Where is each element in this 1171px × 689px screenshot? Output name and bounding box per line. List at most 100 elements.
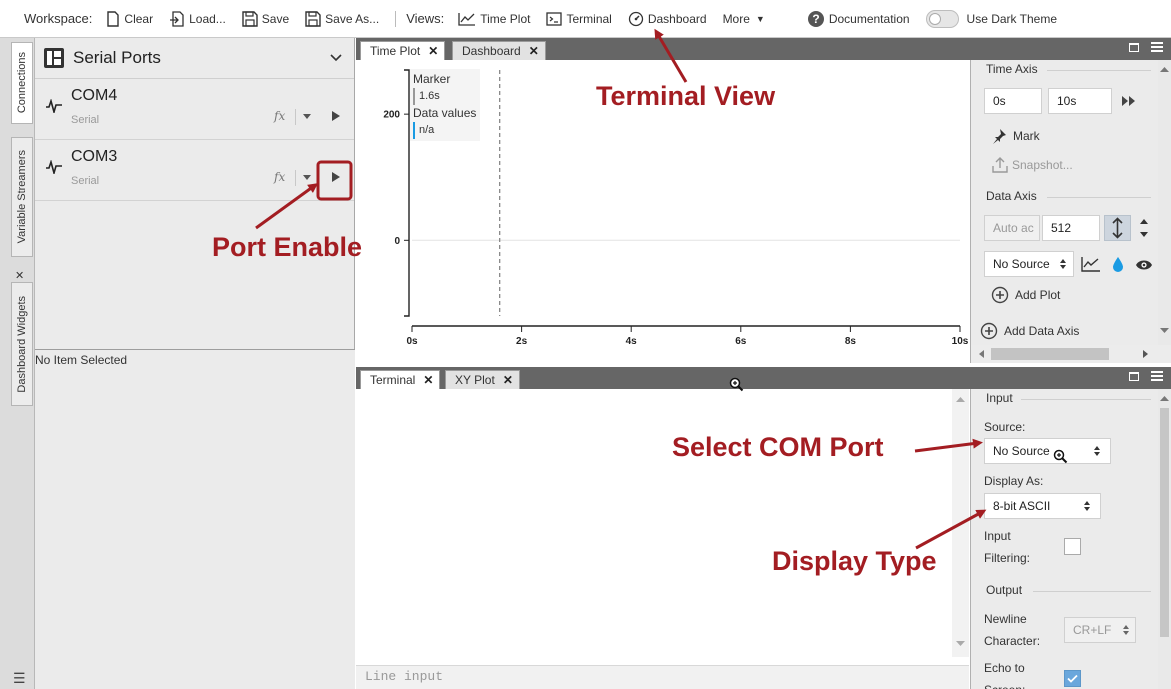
line-style-icon[interactable] [1081,256,1101,272]
stepper-icon[interactable] [1138,215,1150,241]
settings-scrollbar[interactable] [1158,60,1171,345]
close-icon[interactable]: ✕ [423,373,433,387]
play-icon[interactable] [332,172,340,182]
fx-icon[interactable]: fx [274,170,285,184]
tab-dashboard-widgets-label: Dashboard Widgets [16,295,28,393]
input-filtering-label-1: Input [984,529,1011,543]
scroll-left-icon[interactable] [979,350,984,358]
more-menu-button[interactable]: More ▼ [723,12,765,26]
close-icon[interactable]: ✕ [428,44,438,58]
panel-controls [1129,42,1163,52]
chevron-down-icon[interactable] [330,54,342,62]
tab-dashboard[interactable]: Dashboard ✕ [452,41,546,60]
port-item-com4[interactable]: COM4 Serial fx [35,79,354,140]
updown-icon [1123,625,1129,635]
mark-button[interactable]: Mark [991,128,1040,144]
color-drop-icon[interactable] [1112,256,1124,272]
scroll-down-icon[interactable] [1160,328,1169,334]
serial-ports-header[interactable]: Serial Ports [35,38,354,79]
menu-icon[interactable] [1151,371,1163,381]
line-input-field[interactable]: Line input [356,665,969,689]
toolbar-divider [395,10,397,27]
y-tick-label: 0 [394,236,400,247]
load-button[interactable]: Load... [169,10,226,27]
tab-variable-streamers[interactable]: Variable Streamers [11,137,33,257]
section-divider [1047,197,1151,198]
fx-icon[interactable]: fx [274,109,285,123]
port-item-com3[interactable]: COM3 Serial fx [35,140,354,201]
dropdown-arrow-icon[interactable] [303,175,311,180]
menu-icon[interactable]: ☰ [13,670,26,687]
close-icon[interactable]: ✕ [15,269,24,282]
input-filtering-checkbox[interactable] [1064,538,1081,555]
serial-ports-panel: Serial Ports COM4 Serial fx COM3 Serial … [35,38,355,689]
horizontal-scrollbar[interactable] [971,345,1171,363]
play-icon[interactable] [332,111,340,121]
display-as-label: Display As: [984,474,1044,488]
newline-select[interactable]: CR+LF [1064,617,1136,643]
tab-terminal[interactable]: Terminal ✕ [360,370,441,389]
close-icon[interactable]: ✕ [529,44,539,58]
close-icon[interactable]: ✕ [503,373,513,387]
port-type: Serial [71,175,100,187]
eye-icon[interactable] [1135,259,1153,271]
plot-source-select[interactable]: No Source [984,251,1074,277]
save-button[interactable]: Save [242,10,289,27]
maximize-icon[interactable] [1129,42,1139,52]
auto-scale-field[interactable]: Auto ac [984,215,1040,241]
tab-dashboard-widgets[interactable]: Dashboard Widgets [11,282,33,406]
maximize-icon[interactable] [1129,371,1139,381]
scroll-up-icon[interactable] [1160,395,1169,401]
fast-forward-icon[interactable] [1121,95,1137,107]
bottom-tab-strip: Terminal ✕ XY Plot ✕ [356,367,1171,389]
scroll-up-icon[interactable] [1160,66,1169,72]
workspace-label: Workspace: [24,11,93,26]
zoom-cursor-icon [1053,449,1068,464]
snapshot-label: Snapshot... [1012,158,1073,172]
save-as-icon [305,10,321,27]
menu-icon[interactable] [1151,42,1163,52]
x-tick-label: 6s [735,336,747,347]
clear-button[interactable]: Clear [106,10,153,27]
time-plot-view-label: Time Plot [480,11,531,26]
echo-checkbox[interactable] [1064,670,1081,687]
signal-wave-icon [46,160,62,174]
tab-connections[interactable]: Connections [11,42,33,124]
snapshot-button[interactable]: Snapshot... [991,156,1073,174]
port-name: COM3 [71,148,118,165]
source-select[interactable]: No Source [984,438,1111,464]
x-tick-label: 0s [406,336,418,347]
scroll-right-icon[interactable] [1143,350,1148,358]
echo-label-2: Screen: [984,679,1025,689]
time-end-input[interactable]: 10s [1048,88,1112,114]
documentation-button[interactable]: ? Documentation [807,10,910,28]
legend-data-label: Data values [413,106,477,120]
legend-data-value: n/a [413,122,477,139]
add-data-axis-button[interactable]: Add Data Axis [980,322,1079,340]
input-section-title: Input [986,391,1013,405]
tab-xy-plot[interactable]: XY Plot ✕ [445,370,520,389]
time-start-input[interactable]: 0s [984,88,1042,114]
time-plot-view-button[interactable]: Time Plot [458,12,530,26]
add-plot-button[interactable]: Add Plot [991,286,1060,304]
signal-wave-icon [46,99,62,113]
dropdown-arrow-icon[interactable] [303,114,311,119]
scroll-down-icon[interactable] [956,641,965,647]
scroll-thumb[interactable] [1160,408,1169,637]
scroll-up-icon[interactable] [956,396,965,402]
save-as-button[interactable]: Save As... [305,10,379,27]
dashboard-view-button[interactable]: Dashboard [628,11,707,27]
axis-range-input[interactable]: 512 [1042,215,1100,241]
terminal-scrollbar[interactable] [952,389,969,657]
tab-variable-streamers-label: Variable Streamers [16,150,28,244]
tab-time-plot[interactable]: Time Plot ✕ [360,41,446,60]
settings-scrollbar[interactable] [1158,389,1171,689]
display-as-value: 8-bit ASCII [993,499,1051,513]
updown-icon [1084,501,1090,511]
vertical-arrows-icon [1112,217,1123,239]
scale-toggle-button[interactable] [1104,215,1131,241]
scroll-thumb[interactable] [991,348,1109,360]
terminal-view-button[interactable]: Terminal [546,12,612,26]
display-as-select[interactable]: 8-bit ASCII [984,493,1101,519]
dark-theme-toggle[interactable] [925,9,959,28]
